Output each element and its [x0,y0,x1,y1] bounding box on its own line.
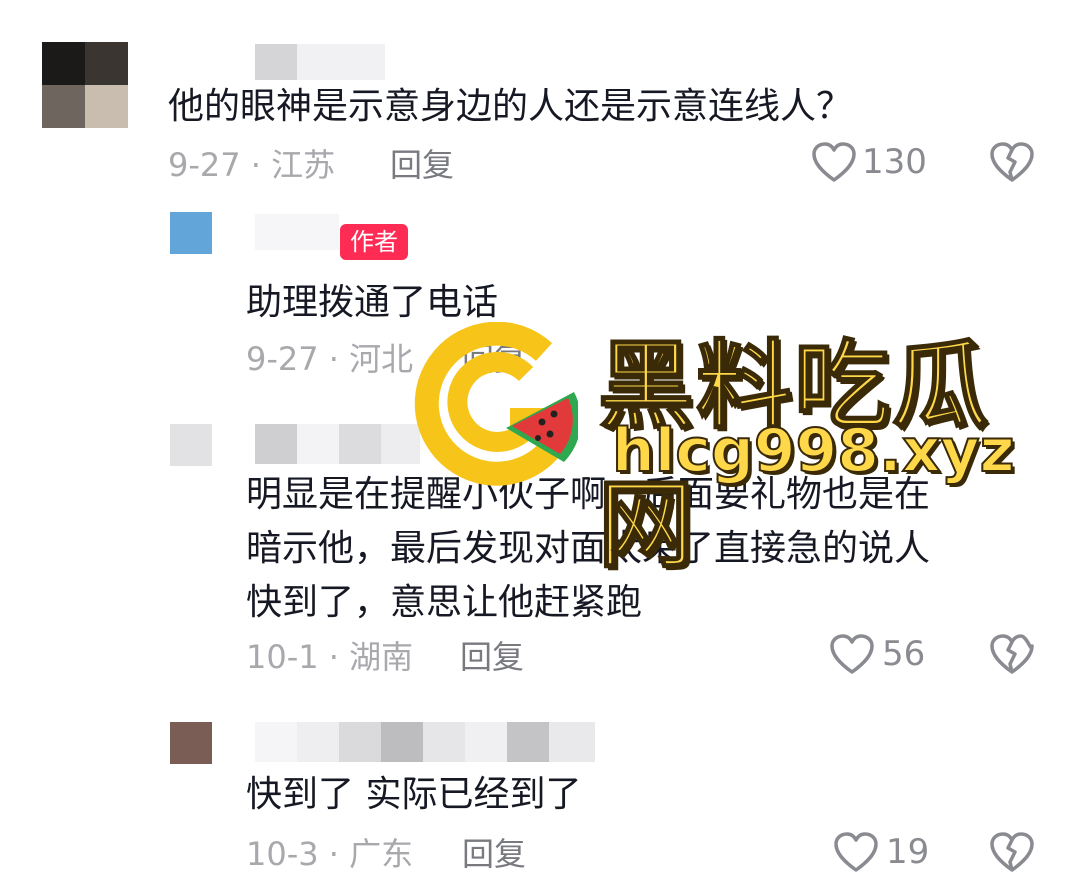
reply-button[interactable]: 回复 [390,145,454,185]
username-blurred[interactable] [255,722,595,762]
broken-heart-icon [988,832,1036,878]
avatar[interactable] [170,722,212,764]
comment-date-location: 10-1 · 湖南 [246,638,414,676]
avatar[interactable] [170,424,212,466]
like-button[interactable]: 130 [810,140,927,184]
like-count: 56 [882,634,926,674]
broken-heart-icon [988,634,1036,680]
dislike-button[interactable] [988,140,1036,188]
like-count: 19 [886,832,930,872]
comment-date-location: 10-3 · 广东 [246,835,414,873]
username-blurred[interactable] [255,424,420,464]
dislike-button[interactable] [988,830,1036,878]
heart-outline-icon [832,830,880,874]
watermark-url: hlcg998.xyz [611,415,1016,487]
heart-outline-icon [810,140,858,184]
comment-text: 他的眼神是示意身边的人还是示意连线人？ [168,86,853,127]
watermark-logo [414,321,582,486]
username-blurred[interactable] [255,44,385,82]
like-button[interactable]: 56 [828,632,925,676]
avatar[interactable] [170,212,212,254]
avatar[interactable] [42,42,128,128]
comment-date-location: 9-27 · 河北 [246,340,414,378]
comment-text-line: 快到了，意思让他赶紧跑 [246,582,643,623]
broken-heart-icon [988,142,1036,188]
like-button[interactable]: 19 [832,830,929,874]
author-badge: 作者 [340,224,408,260]
dislike-button[interactable] [988,632,1036,680]
reply-button[interactable]: 回复 [462,834,526,874]
comment-date-location: 9-27 · 江苏 [168,146,336,184]
heart-outline-icon [828,632,876,676]
reply-button[interactable]: 回复 [460,637,524,677]
comment-text: 快到了 实际已经到了 [246,774,582,815]
like-count: 130 [862,142,927,182]
username-blurred[interactable] [255,214,339,250]
